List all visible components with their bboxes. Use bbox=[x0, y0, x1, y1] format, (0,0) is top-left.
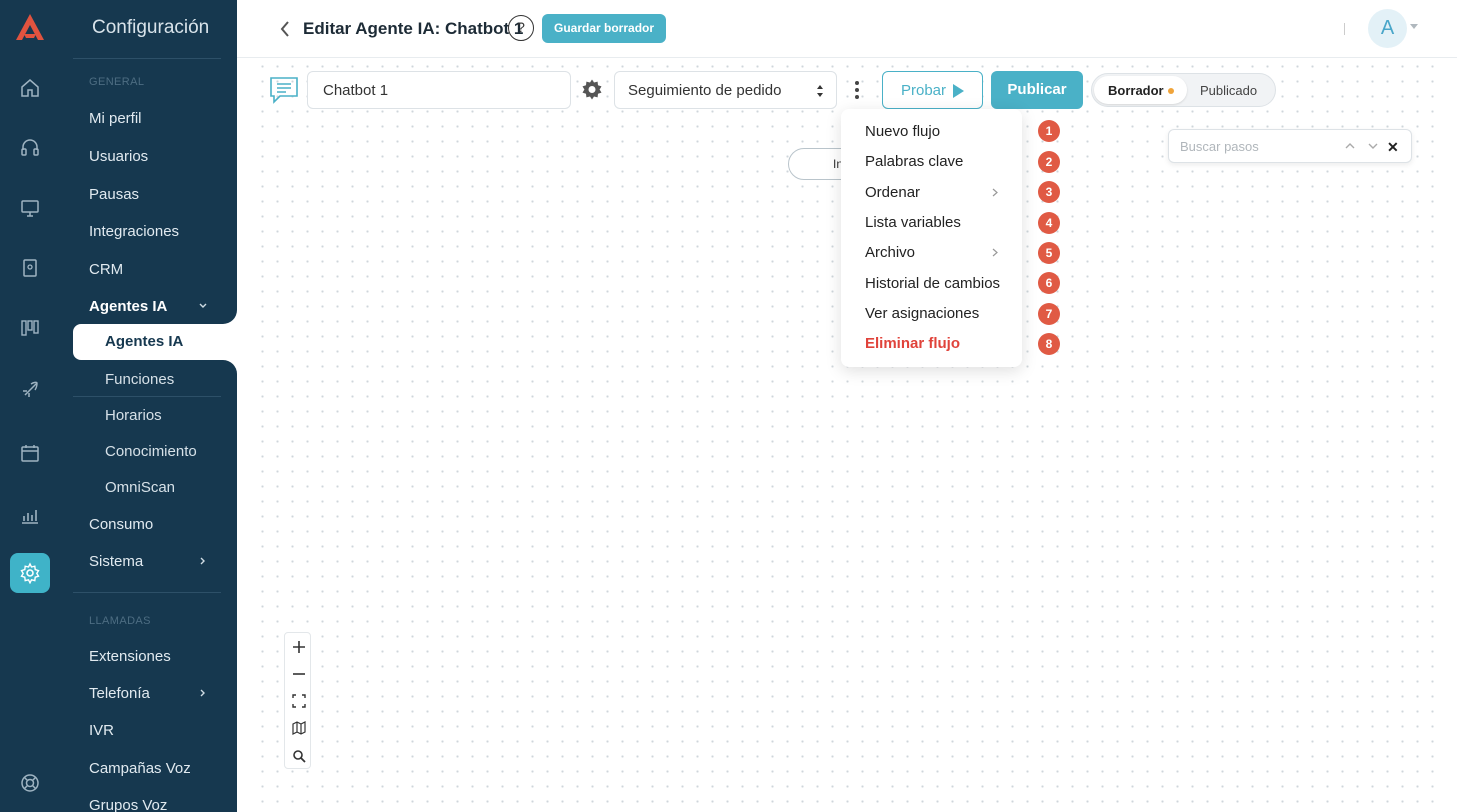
analytics-icon[interactable] bbox=[10, 495, 50, 535]
chevron-right-icon bbox=[992, 188, 998, 197]
nav-item-omniscan[interactable]: OmniScan bbox=[105, 479, 175, 496]
divider bbox=[73, 58, 221, 59]
bot-name-input[interactable] bbox=[307, 71, 571, 109]
close-icon[interactable]: ✕ bbox=[1387, 139, 1399, 156]
divider bbox=[1344, 23, 1345, 35]
brand-logo-icon[interactable] bbox=[14, 12, 46, 42]
zoom-in-icon[interactable] bbox=[285, 633, 312, 660]
select-arrows-icon bbox=[817, 85, 823, 97]
contacts-book-icon[interactable] bbox=[10, 248, 50, 288]
search-icon[interactable] bbox=[285, 742, 312, 769]
settings-gear-icon[interactable] bbox=[10, 553, 50, 593]
publish-button[interactable]: Publicar bbox=[991, 71, 1083, 109]
play-icon bbox=[953, 84, 964, 98]
zoom-controls bbox=[284, 632, 311, 769]
chevron-up-icon[interactable] bbox=[1344, 141, 1356, 151]
nav-item-funciones[interactable]: Funciones bbox=[105, 371, 174, 388]
icon-rail bbox=[0, 0, 60, 812]
nav-item-campanas-voz[interactable]: Campañas Voz bbox=[89, 760, 191, 777]
zoom-out-icon[interactable] bbox=[285, 660, 312, 687]
settings-nav: Configuración GENERAL Mi perfil Usuarios… bbox=[60, 0, 237, 812]
nav-item-pausas[interactable]: Pausas bbox=[89, 186, 139, 203]
nav-title: Configuración bbox=[92, 17, 210, 38]
kanban-icon[interactable] bbox=[10, 308, 50, 348]
step-badge: 1 bbox=[1038, 120, 1060, 142]
status-draft-label: Borrador bbox=[1108, 83, 1164, 98]
chevron-right-icon[interactable] bbox=[199, 557, 207, 565]
step-badge: 3 bbox=[1038, 181, 1060, 203]
back-arrow-icon[interactable] bbox=[278, 19, 292, 39]
menu-item-nuevo-flujo[interactable]: Nuevo flujo bbox=[865, 123, 940, 140]
nav-item-crm[interactable]: CRM bbox=[89, 261, 123, 278]
divider bbox=[73, 592, 221, 593]
nav-item-label: Agentes IA bbox=[105, 333, 184, 350]
nav-item-grupos-voz[interactable]: Grupos Voz bbox=[89, 797, 167, 812]
save-draft-button[interactable]: Guardar borrador bbox=[542, 14, 667, 43]
monitor-icon[interactable] bbox=[10, 188, 50, 228]
menu-item-historial-cambios[interactable]: Historial de cambios bbox=[865, 275, 1000, 292]
step-badge: 6 bbox=[1038, 272, 1060, 294]
caret-down-icon[interactable] bbox=[1410, 24, 1418, 29]
nav-item-integraciones[interactable]: Integraciones bbox=[89, 223, 179, 240]
nav-item-sistema[interactable]: Sistema bbox=[89, 553, 143, 570]
minimap-icon[interactable] bbox=[285, 714, 312, 741]
step-badge: 7 bbox=[1038, 303, 1060, 325]
nav-item-consumo[interactable]: Consumo bbox=[89, 516, 153, 533]
nav-item-agentes-ia-selected[interactable]: Agentes IA bbox=[73, 324, 237, 360]
menu-item-eliminar-flujo[interactable]: Eliminar flujo bbox=[865, 335, 960, 352]
flow-select-value: Seguimiento de pedido bbox=[628, 82, 782, 99]
step-badge: 8 bbox=[1038, 333, 1060, 355]
nav-group-agentes-ia[interactable]: Agentes IA bbox=[89, 298, 167, 315]
test-button-label: Probar bbox=[901, 82, 947, 99]
step-badge: 2 bbox=[1038, 151, 1060, 173]
more-vertical-icon[interactable] bbox=[850, 79, 864, 101]
step-badge: 4 bbox=[1038, 212, 1060, 234]
page-header: Editar Agente IA: Chatbot 1 ? Guardar bo… bbox=[237, 0, 1457, 58]
chevron-right-icon[interactable] bbox=[199, 689, 207, 697]
chevron-right-icon bbox=[992, 248, 998, 257]
rocket-icon[interactable] bbox=[10, 370, 50, 410]
home-icon[interactable] bbox=[10, 68, 50, 108]
chevron-down-icon[interactable] bbox=[1367, 141, 1379, 151]
calendar-icon[interactable] bbox=[10, 433, 50, 473]
status-published-option[interactable]: Publicado bbox=[1200, 83, 1257, 98]
chevron-down-icon[interactable] bbox=[199, 302, 207, 310]
fit-view-icon[interactable] bbox=[285, 687, 312, 714]
nav-item-extensiones[interactable]: Extensiones bbox=[89, 648, 171, 665]
status-dot bbox=[1168, 88, 1174, 94]
section-general-heading: GENERAL bbox=[89, 76, 145, 88]
divider bbox=[73, 396, 221, 397]
selected-curve-decoration bbox=[220, 306, 237, 324]
section-calls-heading: LLAMADAS bbox=[89, 615, 151, 627]
selected-curve-decoration bbox=[220, 360, 237, 378]
menu-item-ordenar[interactable]: Ordenar bbox=[865, 184, 920, 201]
headset-icon[interactable] bbox=[10, 128, 50, 168]
status-toggle[interactable]: Borrador Publicado bbox=[1091, 73, 1276, 107]
gear-icon[interactable] bbox=[580, 78, 604, 102]
help-button[interactable]: ? bbox=[508, 15, 534, 41]
nav-item-ivr[interactable]: IVR bbox=[89, 722, 114, 739]
nav-item-conocimiento[interactable]: Conocimiento bbox=[105, 443, 197, 460]
page-title: Editar Agente IA: Chatbot 1 bbox=[303, 19, 524, 38]
menu-item-archivo[interactable]: Archivo bbox=[865, 244, 915, 261]
nav-item-usuarios[interactable]: Usuarios bbox=[89, 148, 148, 165]
test-button[interactable]: Probar bbox=[882, 71, 983, 109]
flow-select[interactable]: Seguimiento de pedido bbox=[614, 71, 837, 109]
flow-options-menu: Nuevo flujo Palabras clave Ordenar Lista… bbox=[841, 109, 1022, 367]
nav-item-horarios[interactable]: Horarios bbox=[105, 407, 162, 424]
nav-item-mi-perfil[interactable]: Mi perfil bbox=[89, 110, 142, 127]
avatar[interactable]: A bbox=[1368, 9, 1407, 48]
search-steps-box[interactable]: Buscar pasos ✕ bbox=[1168, 129, 1412, 163]
menu-item-ver-asignaciones[interactable]: Ver asignaciones bbox=[865, 305, 979, 322]
search-steps-placeholder: Buscar pasos bbox=[1180, 139, 1259, 154]
status-draft-option[interactable]: Borrador bbox=[1094, 76, 1187, 104]
chat-bubble-icon bbox=[270, 77, 298, 104]
menu-item-lista-variables[interactable]: Lista variables bbox=[865, 214, 961, 231]
menu-item-palabras-clave[interactable]: Palabras clave bbox=[865, 153, 963, 170]
nav-item-telefonia[interactable]: Telefonía bbox=[89, 685, 150, 702]
step-badge: 5 bbox=[1038, 242, 1060, 264]
support-lifebuoy-icon[interactable] bbox=[10, 763, 50, 803]
